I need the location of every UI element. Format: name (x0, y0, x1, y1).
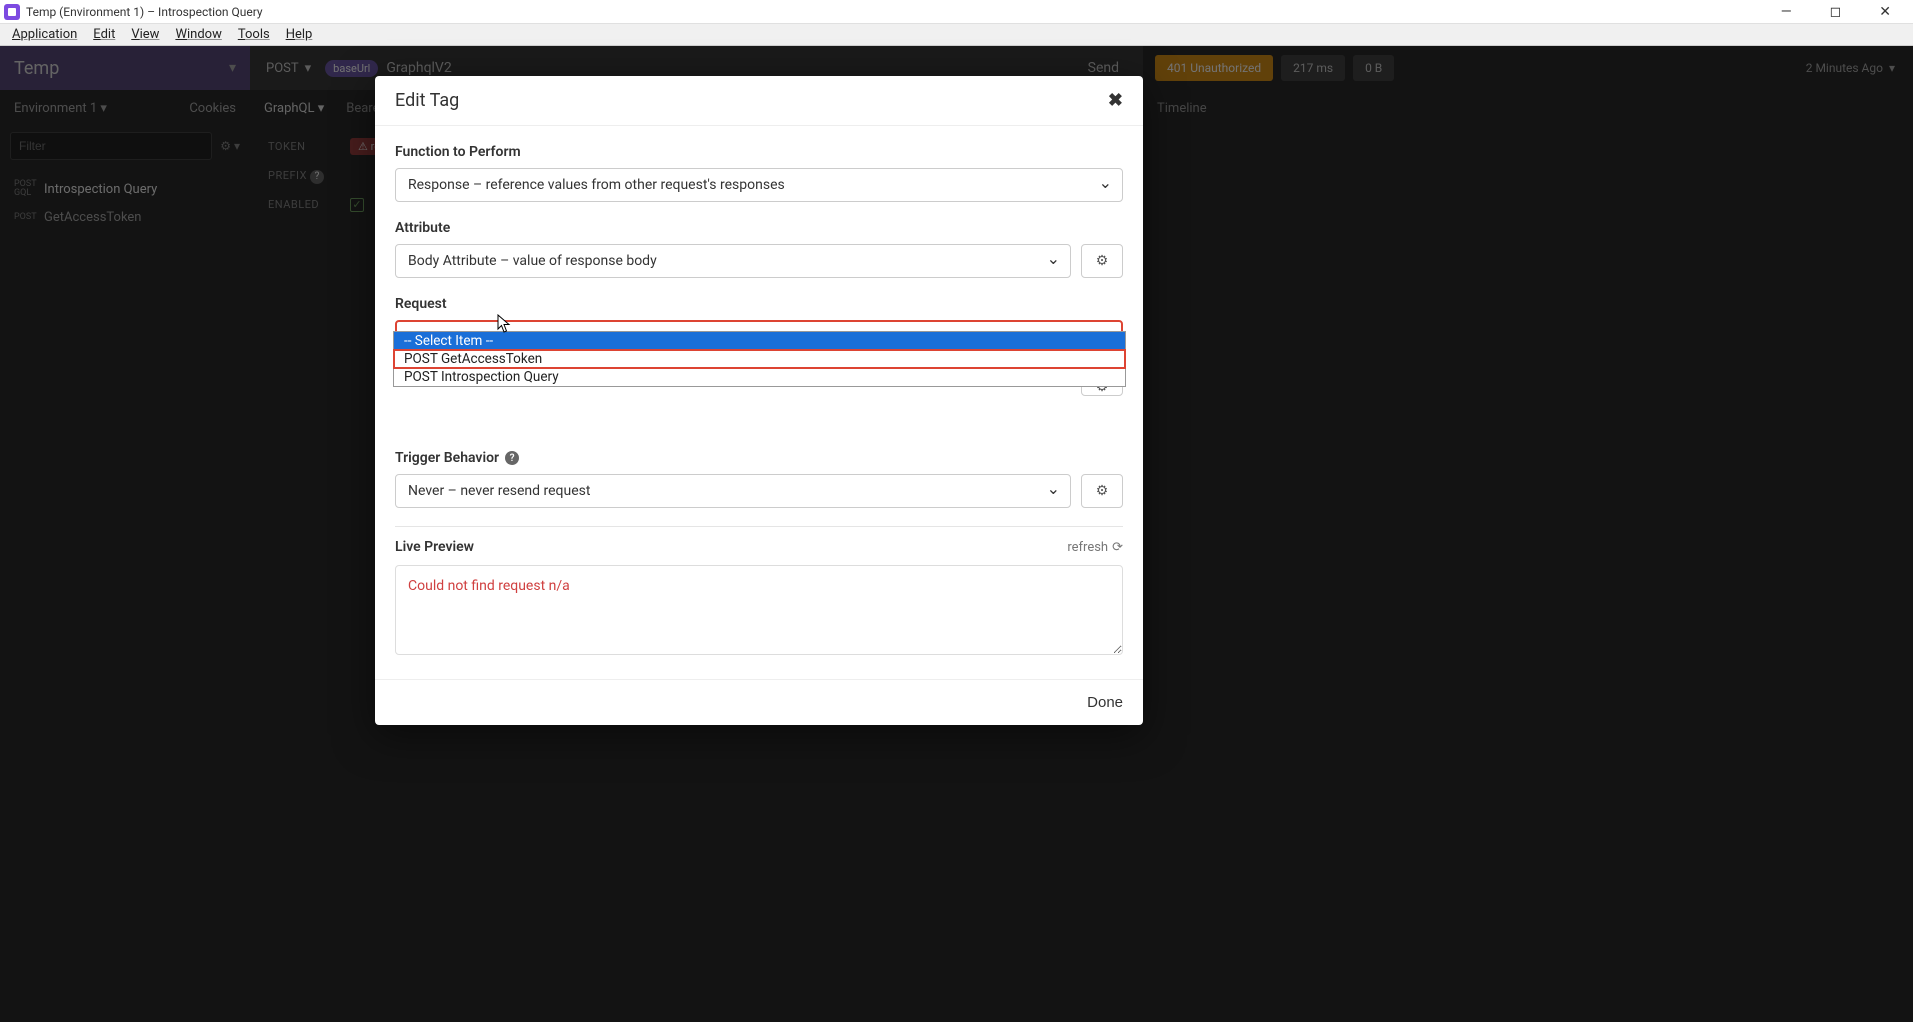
menu-view[interactable]: View (123, 27, 167, 42)
request-dropdown-list: -- Select Item -- POST GetAccessToken PO… (393, 331, 1126, 387)
dropdown-option-introspection[interactable]: POST Introspection Query (394, 368, 1125, 386)
gear-icon: ⚙ (1096, 253, 1109, 269)
window-title: Temp (Environment 1) – Introspection Que… (26, 5, 263, 19)
menu-window[interactable]: Window (167, 27, 229, 42)
dropdown-option-getaccesstoken[interactable]: POST GetAccessToken (394, 350, 1125, 368)
dropdown-option-placeholder[interactable]: -- Select Item -- (394, 332, 1125, 350)
function-select[interactable]: Response – reference values from other r… (395, 168, 1123, 202)
live-preview-label: Live Preview (395, 539, 474, 555)
refresh-icon: ⟳ (1112, 540, 1123, 555)
close-window-button[interactable]: ✕ (1869, 4, 1901, 20)
trigger-select[interactable]: Never – never resend request (395, 474, 1071, 508)
menu-help[interactable]: Help (278, 27, 321, 42)
attribute-label: Attribute (395, 220, 1123, 236)
preview-error-text: Could not find request n/a (408, 578, 570, 594)
close-icon[interactable]: ✖ (1108, 90, 1123, 111)
help-icon[interactable]: ? (505, 451, 519, 465)
titlebar: Temp (Environment 1) – Introspection Que… (0, 0, 1913, 24)
menu-tools[interactable]: Tools (230, 27, 278, 42)
attribute-select[interactable]: Body Attribute – value of response body (395, 244, 1071, 278)
attribute-settings-button[interactable]: ⚙ (1081, 244, 1123, 278)
minimize-button[interactable]: — (1771, 4, 1802, 20)
trigger-settings-button[interactable]: ⚙ (1081, 474, 1123, 508)
live-preview-box: Could not find request n/a (395, 565, 1123, 655)
trigger-label: Trigger Behavior ? (395, 450, 1123, 466)
menu-edit[interactable]: Edit (85, 27, 123, 42)
edit-tag-modal: Edit Tag ✖ Function to Perform Response … (375, 76, 1143, 725)
function-label: Function to Perform (395, 144, 1123, 160)
menu-application[interactable]: Application (4, 27, 85, 42)
modal-title: Edit Tag (395, 90, 459, 111)
app-icon (4, 4, 20, 20)
request-label: Request (395, 296, 1123, 312)
menubar: Application Edit View Window Tools Help (0, 24, 1913, 46)
done-button[interactable]: Done (1087, 694, 1123, 711)
refresh-button[interactable]: refresh ⟳ (1067, 540, 1123, 555)
gear-icon: ⚙ (1096, 483, 1109, 499)
maximize-button[interactable]: ◻ (1820, 4, 1852, 20)
